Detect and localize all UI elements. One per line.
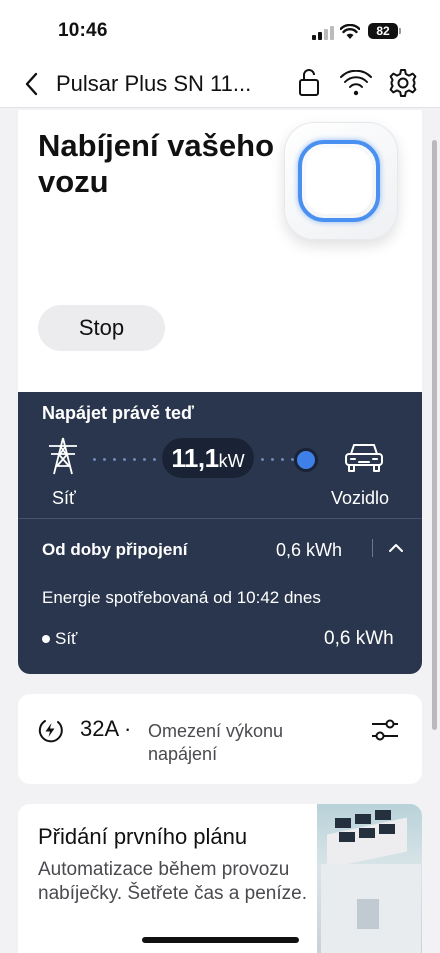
sliders-icon[interactable]	[370, 716, 400, 744]
divider	[18, 518, 422, 519]
navigation-bar: Pulsar Plus SN 11...	[0, 62, 440, 108]
wifi-status-icon	[340, 24, 360, 39]
since-connection-label: Od doby připojení	[42, 540, 188, 559]
charging-title: Nabíjení vašeho vozu	[38, 128, 275, 199]
since-connection-value: 0,6 kWh	[276, 540, 343, 560]
power-limit-label: Omezení výkonu napájení	[148, 721, 284, 764]
battery-indicator: 82	[368, 23, 401, 39]
chevron-left-icon[interactable]	[20, 70, 44, 98]
energy-source-label: Síť	[55, 629, 78, 648]
power-value: 11,1	[171, 443, 219, 473]
flow-indicator-dot	[297, 451, 315, 469]
current-limit-value: 32A ·	[80, 716, 132, 741]
status-bar: 10:46 82	[0, 0, 440, 62]
house-image	[317, 804, 422, 953]
add-plan-card[interactable]: Přidání prvního plánu Automatizace během…	[18, 804, 422, 953]
plan-title: Přidání prvního plánu	[38, 824, 248, 849]
cellular-signal-icon	[312, 26, 334, 40]
power-panel: Napájet právě teď Síť 11,1kW Vozidlo Od …	[18, 392, 422, 674]
legend-dot	[42, 635, 50, 643]
chevron-up-icon[interactable]	[388, 542, 404, 554]
power-limit-card[interactable]: 32A · Omezení výkonu napájení	[18, 694, 422, 784]
page-title: Pulsar Plus SN 11...	[56, 71, 252, 96]
plan-description: Automatizace během provozu nabíječky. Še…	[38, 859, 307, 904]
separator	[372, 539, 373, 557]
stop-button[interactable]: Stop	[38, 305, 165, 351]
lock-icon[interactable]	[296, 66, 322, 98]
home-indicator[interactable]	[142, 937, 299, 943]
grid-label: Síť	[52, 488, 76, 508]
power-now-label: Napájet právě teď	[42, 403, 194, 423]
power-unit: kW	[218, 451, 245, 471]
charging-card: Nabíjení vašeho vozu Stop	[18, 110, 422, 392]
energy-description: Energie spotřebovaná od 10:42 dnes	[42, 588, 321, 607]
power-tower-icon	[49, 437, 77, 475]
bolt-icon	[38, 720, 63, 743]
car-icon	[345, 444, 383, 472]
charger-image	[284, 122, 398, 240]
vehicle-label: Vozidlo	[331, 488, 390, 508]
status-time: 10:46	[58, 20, 108, 41]
power-readout: 11,1kW	[162, 438, 254, 478]
scrollbar[interactable]	[432, 140, 437, 730]
energy-source-value: 0,6 kWh	[324, 628, 394, 649]
gear-icon[interactable]	[388, 68, 418, 98]
wifi-icon[interactable]	[340, 70, 372, 98]
